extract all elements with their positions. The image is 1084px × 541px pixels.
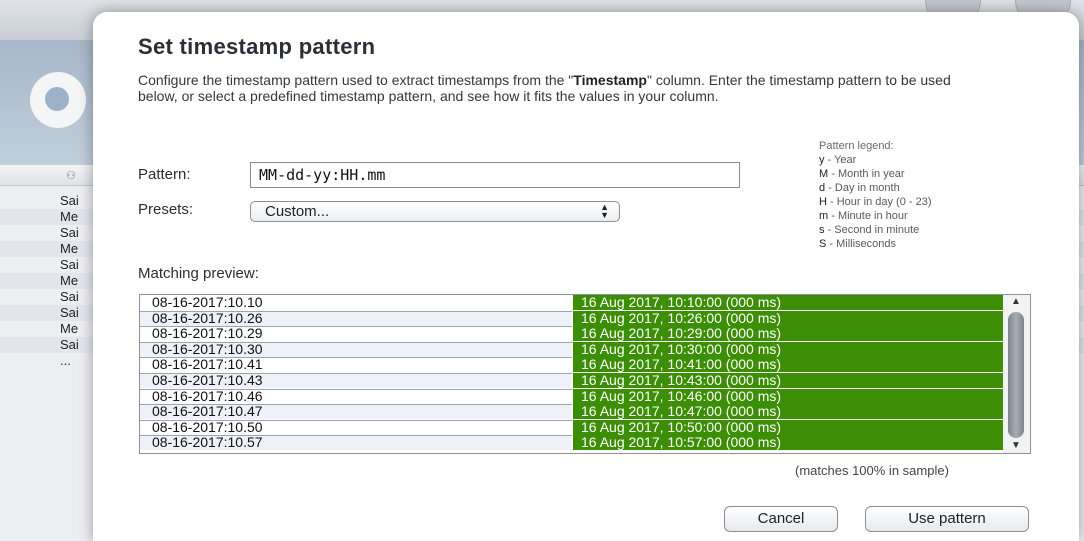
preview-parsed-value: 16 Aug 2017, 10:26:00 (000 ms) [573, 310, 1004, 326]
preview-row: 08-16-2017:10.41 16 Aug 2017, 10:41:00 (0… [140, 357, 1004, 373]
legend-item: y - Year [819, 153, 932, 167]
preview-row-divider [140, 326, 572, 328]
legend-item: M - Month in year [819, 167, 932, 181]
background-cell: Sai [60, 193, 79, 208]
preview-parsed-value: 16 Aug 2017, 10:29:00 (000 ms) [573, 326, 1004, 342]
matching-preview-label: Matching preview: [138, 265, 259, 282]
preview-parsed-value: 16 Aug 2017, 10:41:00 (000 ms) [573, 357, 1004, 373]
preview-row: 08-16-2017:10.29 16 Aug 2017, 10:29:00 (0… [140, 326, 1004, 342]
legend-text: - Year [824, 154, 857, 166]
legend-item: H - Hour in day (0 - 23) [819, 195, 932, 209]
preview-scrollbar[interactable]: ▲ ▼ [1003, 294, 1031, 454]
preview-parsed-value: 16 Aug 2017, 10:10:00 (000 ms) [573, 295, 1004, 310]
scroll-up-arrow-icon[interactable]: ▲ [1003, 295, 1029, 309]
preview-row-divider [140, 310, 572, 312]
background-cell: Me [60, 273, 79, 288]
preview-raw-value: 08-16-2017:10.41 [140, 357, 572, 373]
background-cell: Sai [60, 289, 79, 304]
app-logo-icon [30, 72, 86, 128]
background-cell: Me [60, 209, 79, 224]
preview-parsed-value: 16 Aug 2017, 10:57:00 (000 ms) [573, 435, 1004, 451]
preview-raw-value: 08-16-2017:10.46 [140, 388, 572, 404]
preview-row: 08-16-2017:10.50 16 Aug 2017, 10:50:00 (0… [140, 419, 1004, 435]
preview-row-divider [140, 419, 572, 421]
legend-text: - Milliseconds [826, 238, 897, 250]
preview-row: 08-16-2017:10.30 16 Aug 2017, 10:30:00 (0… [140, 341, 1004, 357]
presets-label: Presets: [138, 201, 194, 218]
legend-key: M [819, 168, 829, 180]
column-type-icon: ⚇ [66, 170, 76, 182]
preview-row: 08-16-2017:10.57 16 Aug 2017, 10:57:00 (0… [140, 435, 1004, 451]
pattern-input[interactable] [250, 162, 740, 188]
preview-raw-value: 08-16-2017:10.10 [140, 295, 572, 310]
dialog-description: Configure the timestamp pattern used to … [138, 72, 951, 104]
preview-parsed-value: 16 Aug 2017, 10:43:00 (000 ms) [573, 373, 1004, 388]
preview-row-divider [140, 373, 572, 374]
preview-raw-value: 08-16-2017:10.26 [140, 310, 572, 326]
background-cell: Me [60, 241, 79, 256]
preview-row-divider [140, 435, 572, 437]
pattern-legend: Pattern legend: y - Year M - Month in yea… [819, 139, 932, 251]
pattern-label: Pattern: [138, 166, 191, 183]
preview-raw-value: 08-16-2017:10.57 [140, 435, 572, 451]
dialog-title: Set timestamp pattern [138, 34, 376, 59]
match-percentage-note: (matches 100% in sample) [795, 463, 949, 478]
scroll-thumb[interactable] [1008, 312, 1024, 438]
select-arrows-icon: ▲ ▼ [600, 202, 609, 220]
legend-key: m [819, 210, 829, 222]
legend-text: - Month in year [828, 168, 905, 180]
set-timestamp-pattern-dialog: Set timestamp pattern Configure the time… [93, 12, 1079, 541]
legend-item: s - Second in minute [819, 223, 932, 237]
background-cell: Sai [60, 257, 79, 272]
legend-item: m - Minute in hour [819, 209, 932, 223]
legend-item: d - Day in month [819, 181, 932, 195]
legend-text: - Day in month [825, 182, 900, 194]
preview-raw-value: 08-16-2017:10.47 [140, 404, 572, 420]
preview-row: 08-16-2017:10.47 16 Aug 2017, 10:47:00 (0… [140, 404, 1004, 420]
preview-raw-value: 08-16-2017:10.29 [140, 326, 572, 342]
preview-raw-value: 08-16-2017:10.43 [140, 373, 572, 388]
background-cell: Me [60, 321, 79, 336]
preview-parsed-value: 16 Aug 2017, 10:30:00 (000 ms) [573, 341, 1004, 357]
matching-preview-list[interactable]: 08-16-2017:10.10 16 Aug 2017, 10:10:00 (0… [139, 294, 1005, 454]
preview-row: 08-16-2017:10.26 16 Aug 2017, 10:26:00 (0… [140, 310, 1004, 326]
background-cell: Sai [60, 225, 79, 240]
presets-selected-value: Custom... [265, 203, 330, 220]
preview-parsed-value: 16 Aug 2017, 10:46:00 (000 ms) [573, 388, 1004, 404]
legend-text: - Second in minute [824, 224, 920, 236]
scroll-down-arrow-icon[interactable]: ▼ [1003, 439, 1029, 453]
legend-text: - Minute in hour [828, 210, 908, 222]
legend-text: - Hour in day (0 - 23) [826, 196, 932, 208]
use-pattern-button[interactable]: Use pattern [865, 506, 1029, 532]
preview-row-divider [140, 404, 572, 406]
presets-select[interactable]: Custom... ▲ ▼ [250, 201, 620, 222]
preview-raw-value: 08-16-2017:10.50 [140, 419, 572, 435]
cancel-button[interactable]: Cancel [724, 506, 838, 532]
preview-row-divider [140, 357, 572, 359]
background-cell: Sai [60, 305, 79, 320]
legend-item: S - Milliseconds [819, 237, 932, 251]
pattern-legend-title: Pattern legend: [819, 140, 894, 152]
preview-parsed-value: 16 Aug 2017, 10:47:00 (000 ms) [573, 404, 1004, 420]
preview-raw-value: 08-16-2017:10.30 [140, 341, 572, 357]
preview-row: 08-16-2017:10.43 16 Aug 2017, 10:43:00 (0… [140, 373, 1004, 388]
legend-key: H [819, 196, 827, 208]
preview-row: 08-16-2017:10.46 16 Aug 2017, 10:46:00 (0… [140, 388, 1004, 404]
preview-parsed-value: 16 Aug 2017, 10:50:00 (000 ms) [573, 419, 1004, 435]
preview-row-divider [140, 341, 572, 343]
preview-row: 08-16-2017:10.10 16 Aug 2017, 10:10:00 (0… [140, 295, 1004, 310]
background-cell: ... [60, 353, 71, 368]
preview-row-divider [140, 388, 572, 390]
background-cell: Sai [60, 337, 79, 352]
